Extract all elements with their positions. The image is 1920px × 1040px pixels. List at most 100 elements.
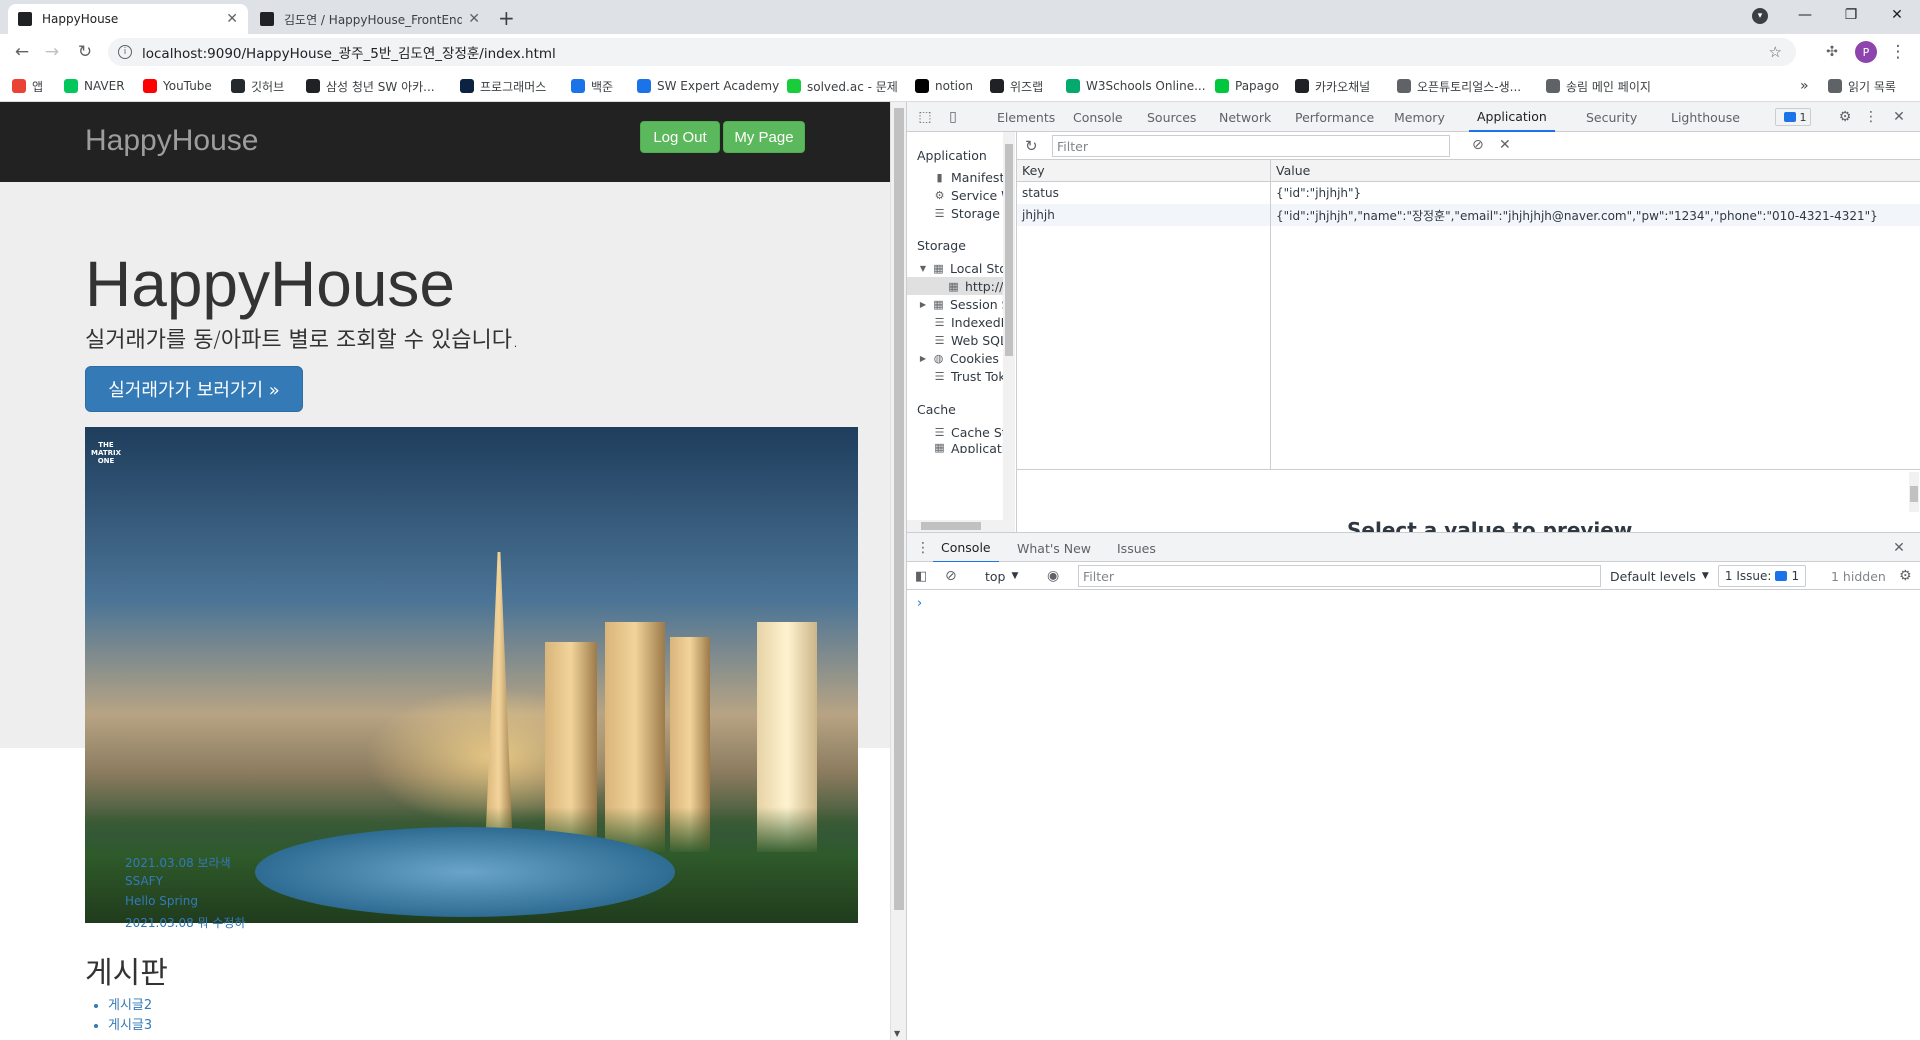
bookmark-8[interactable]: solved.ac - 문제 <box>787 77 898 95</box>
expand-triangle-icon[interactable]: ▶ <box>919 352 927 364</box>
view-prices-button[interactable]: 실거래가가 보러가기 » <box>85 366 303 412</box>
bookmark-14[interactable]: 오픈튜토리얼스-생... <box>1397 77 1521 95</box>
address-bar[interactable]: i localhost:9090/HappyHouse_광주_5반_김도연_장정… <box>108 38 1796 66</box>
column-divider[interactable] <box>1270 160 1271 470</box>
close-window-button[interactable]: ✕ <box>1874 0 1920 30</box>
storage-filter-input[interactable]: Filter <box>1052 135 1450 157</box>
close-tab-icon[interactable]: ✕ <box>226 11 238 27</box>
sidebar-item-cookies[interactable]: ▶ ◍ Cookies <box>919 349 1003 367</box>
sidebar-item-cache-storage[interactable]: ☰ Cache Storage <box>933 423 1003 441</box>
mypage-button[interactable]: My Page <box>723 121 805 153</box>
bookmark-12[interactable]: Papago <box>1215 77 1279 95</box>
device-toolbar-icon[interactable]: ▯ <box>945 109 961 125</box>
preview-scroll-thumb[interactable] <box>1910 486 1918 502</box>
overlapped-link[interactable]: 2021.03.08 뭐 수정하 <box>125 914 246 931</box>
column-header-key[interactable]: Key <box>1017 160 1270 182</box>
sidebar-item-service-workers[interactable]: ⚙ Service Workers <box>933 186 1003 204</box>
tab-github[interactable]: 김도연 / HappyHouse_FrontEnd ✕ <box>250 4 490 34</box>
expand-triangle-icon[interactable]: ▶ <box>919 298 927 310</box>
bookmark-star-icon[interactable]: ☆ <box>1769 43 1782 61</box>
devtools-tab-network[interactable]: Network <box>1219 102 1271 132</box>
forward-arrow-icon[interactable]: → <box>40 40 64 64</box>
restore-button[interactable]: ❐ <box>1828 0 1874 30</box>
page-scrollbar[interactable]: ▼ <box>890 102 906 1040</box>
refresh-icon[interactable]: ↻ <box>1025 137 1038 155</box>
live-expression-eye-icon[interactable]: ◉ <box>1047 567 1059 585</box>
reload-icon[interactable]: ↻ <box>73 40 97 64</box>
bookmark-13[interactable]: 카카오채널 <box>1295 77 1370 95</box>
devtools-tab-lighthouse[interactable]: Lighthouse <box>1671 102 1740 132</box>
console-settings-gear-icon[interactable]: ⚙ <box>1899 567 1912 585</box>
bookmark-6[interactable]: 백준 <box>571 77 613 95</box>
minimize-button[interactable]: — <box>1782 0 1828 30</box>
devtools-tab-performance[interactable]: Performance <box>1295 102 1374 132</box>
drawer-tab-whats-new[interactable]: What's New <box>1017 533 1091 563</box>
board-item[interactable]: 게시글2 <box>108 994 152 1014</box>
inspect-element-icon[interactable]: ⬚ <box>917 109 933 125</box>
board-item[interactable]: 게시글3 <box>108 1014 152 1034</box>
drawer-menu-icon[interactable]: ⋮ <box>915 540 931 556</box>
clear-all-icon[interactable]: ⊘ <box>1472 137 1484 153</box>
sidebar-item-session-storage[interactable]: ▶ ▦ Session Storage <box>919 295 1003 313</box>
overlapped-link[interactable]: SSAFY <box>125 874 163 888</box>
site-brand[interactable]: HappyHouse <box>85 124 258 158</box>
tab-search-icon[interactable]: ▾ <box>1752 8 1768 24</box>
bookmark-0[interactable]: 앱 <box>12 77 43 95</box>
column-header-value[interactable]: Value <box>1271 160 1920 182</box>
sidebar-item-trust-tokens[interactable]: ☰ Trust Tokens <box>933 367 1003 385</box>
board-item-link[interactable]: 게시글2 <box>108 998 152 1013</box>
bookmark-11[interactable]: W3Schools Online... <box>1066 77 1206 95</box>
delete-selected-icon[interactable]: ✕ <box>1499 137 1511 153</box>
page-scroll-thumb[interactable] <box>894 108 904 910</box>
preview-scrollbar[interactable] <box>1909 472 1919 512</box>
bookmark-5[interactable]: 프로그래머스 <box>460 77 546 95</box>
more-bookmarks-button[interactable]: » <box>1800 77 1809 95</box>
close-devtools-icon[interactable]: ✕ <box>1891 109 1907 125</box>
devtools-tab-application[interactable]: Application <box>1469 102 1555 132</box>
back-arrow-icon[interactable]: ← <box>10 40 34 64</box>
bookmark-2[interactable]: YouTube <box>143 77 212 95</box>
table-row-value[interactable]: {"id":"jhjhjh"} <box>1271 182 1920 204</box>
sidebar-hscrollbar[interactable] <box>907 520 1003 532</box>
close-tab-icon[interactable]: ✕ <box>468 11 480 27</box>
bookmark-4[interactable]: 삼성 청년 SW 아카... <box>306 77 435 95</box>
bookmark-15[interactable]: 송림 메인 페이지 <box>1546 77 1651 95</box>
board-item-link[interactable]: 게시글3 <box>108 1018 152 1033</box>
site-info-icon[interactable]: i <box>118 45 132 59</box>
sidebar-scroll-thumb[interactable] <box>1005 144 1013 356</box>
table-row-key[interactable]: jhjhjh <box>1017 204 1270 226</box>
console-issues-button[interactable]: 1 Issue: 1 <box>1718 565 1806 587</box>
extensions-puzzle-icon[interactable]: ✣ <box>1820 40 1844 64</box>
profile-avatar[interactable]: P <box>1855 41 1877 63</box>
sidebar-item-manifest[interactable]: ▮ Manifest <box>933 168 1003 186</box>
devtools-tab-console[interactable]: Console <box>1073 102 1123 132</box>
table-row-key[interactable]: status <box>1017 182 1270 204</box>
log-levels-select[interactable]: Default levels ▼ <box>1610 567 1709 585</box>
tab-happyhouse[interactable]: HappyHouse ✕ <box>8 4 248 34</box>
sidebar-scrollbar[interactable] <box>1003 132 1015 532</box>
overlapped-link[interactable]: Hello Spring <box>125 894 198 908</box>
bookmark-9[interactable]: notion <box>915 77 973 95</box>
bookmark-3[interactable]: 깃허브 <box>231 77 284 95</box>
devtools-tab-memory[interactable]: Memory <box>1394 102 1445 132</box>
devtools-menu-icon[interactable]: ⋮ <box>1863 109 1879 125</box>
table-row-value[interactable]: {"id":"jhjhjh","name":"장정훈","email":"jhj… <box>1271 204 1920 226</box>
reading-list-button[interactable]: 읽기 목록 <box>1828 77 1896 95</box>
sidebar-item-websql[interactable]: ☰ Web SQL <box>933 331 1003 349</box>
sidebar-item-local-storage[interactable]: ▼ ▦ Local Storage <box>919 259 1003 277</box>
sidebar-item-storage[interactable]: ☰ Storage <box>933 204 1003 222</box>
overlapped-link[interactable]: 2021.03.08 보라색 <box>125 854 231 871</box>
devtools-tab-elements[interactable]: Elements <box>997 102 1055 132</box>
scroll-down-icon[interactable]: ▼ <box>894 1029 900 1038</box>
issues-counter[interactable]: 1 <box>1775 108 1811 126</box>
console-prompt[interactable]: › <box>917 596 922 611</box>
clear-console-icon[interactable]: ⊘ <box>945 567 957 585</box>
bookmark-7[interactable]: SW Expert Academy <box>637 77 779 95</box>
drawer-tab-console[interactable]: Console <box>933 533 999 563</box>
devtools-tab-security[interactable]: Security <box>1586 102 1637 132</box>
context-select[interactable]: top ▼ <box>985 567 1018 585</box>
menu-kebab-icon[interactable]: ⋮ <box>1886 40 1910 64</box>
bookmark-1[interactable]: NAVER <box>64 77 125 95</box>
close-drawer-icon[interactable]: ✕ <box>1891 540 1907 556</box>
sidebar-item-local-origin[interactable]: ▦ http://localhost:9090 <box>907 277 1003 295</box>
